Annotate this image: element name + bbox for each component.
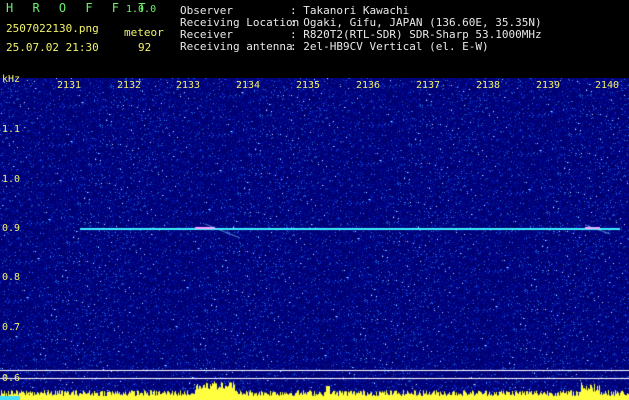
y-tick-0-9: 0.9 [2, 223, 21, 234]
y-tick-0-7: 0.7 [2, 322, 21, 333]
x-tick-2134: 2134 [236, 80, 261, 91]
app-version: 1.0.0 [126, 4, 157, 15]
x-tick-2135: 2135 [296, 80, 321, 91]
x-tick-2133: 2133 [176, 80, 201, 91]
y-tick-0-6: 0.6 [2, 373, 21, 384]
y-tick-0-8: 0.8 [2, 272, 21, 283]
x-tick-2137: 2137 [416, 80, 441, 91]
x-tick-2132: 2132 [117, 80, 142, 91]
x-tick-2140: 2140 [595, 80, 620, 91]
x-tick-2136: 2136 [356, 80, 381, 91]
x-tick-2131: 2131 [57, 80, 82, 91]
datetime-label: 25.07.02 21:30 [6, 41, 99, 54]
mode-value: 92 [138, 41, 152, 54]
y-tick-1-0: 1.0 [2, 174, 21, 185]
x-tick-2138: 2138 [476, 80, 501, 91]
y-axis-unit: kHz [2, 74, 21, 85]
antenna-value: : 2el-HB9CV Vertical (el. E-W) [290, 40, 489, 53]
antenna-label: Receiving antenna [180, 40, 293, 53]
mode-label: meteor [124, 26, 164, 39]
x-tick-2139: 2139 [536, 80, 561, 91]
filename-label: 2507022130.png [6, 22, 99, 35]
y-tick-1-1: 1.1 [2, 124, 21, 135]
spectrogram-canvas [0, 78, 629, 400]
